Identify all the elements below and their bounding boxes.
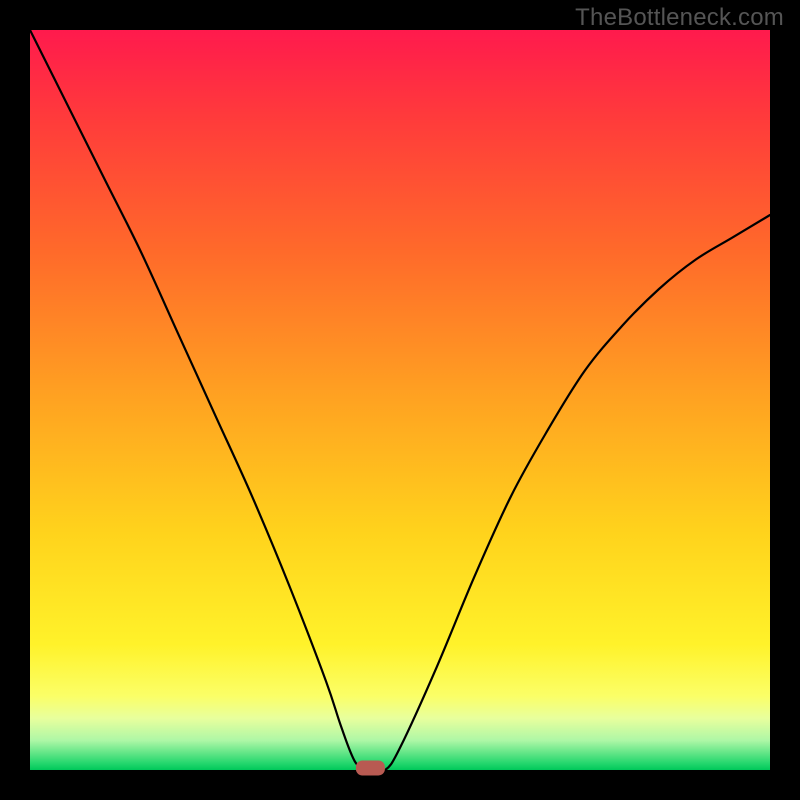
minimum-marker [356, 761, 384, 775]
plot-area [30, 30, 770, 770]
bottleneck-curve [30, 30, 770, 772]
curve-svg [30, 30, 770, 770]
watermark-text: TheBottleneck.com [575, 4, 784, 32]
chart-container: TheBottleneck.com [0, 0, 800, 800]
